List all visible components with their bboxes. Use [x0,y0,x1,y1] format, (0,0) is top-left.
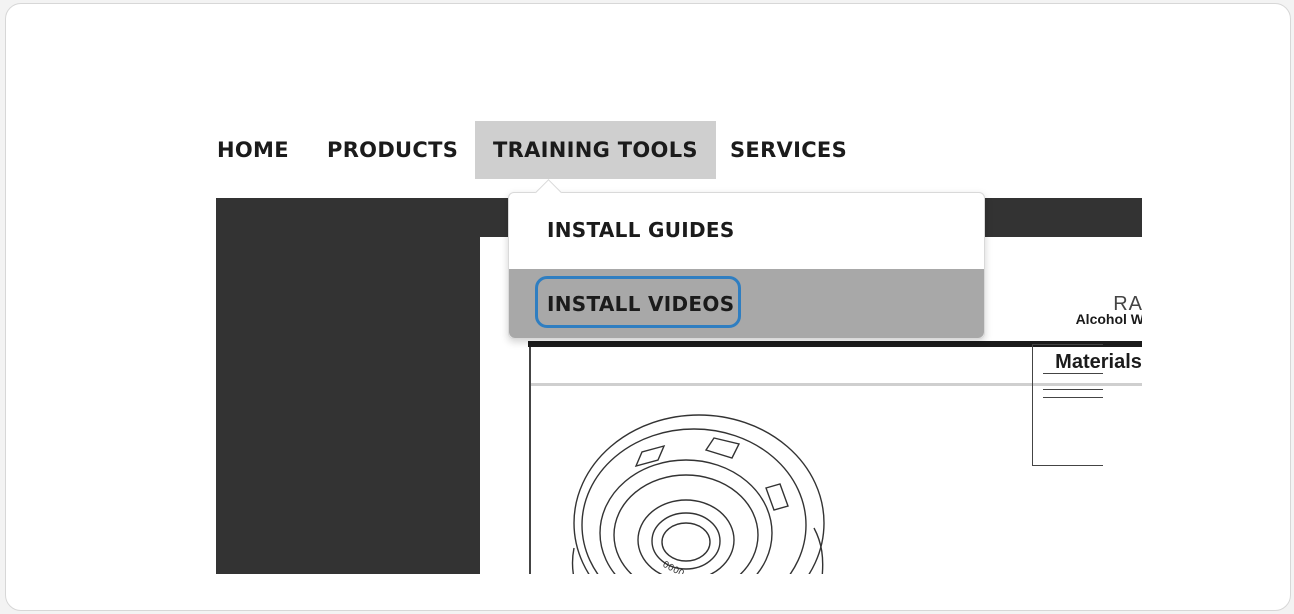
alcohol-wipe-label: Alcohol W [1075,311,1142,327]
sensor-housing-drawing: 0000 [571,414,825,574]
menu-item-install-videos[interactable]: INSTALL VIDEOS [509,269,984,338]
nav-home[interactable]: HOME [199,121,307,179]
svg-text:0000: 0000 [661,560,686,574]
nav-products[interactable]: PRODUCTS [309,121,476,179]
menu-item-install-guides[interactable]: INSTALL GUIDES [509,195,984,265]
highlight-ring [535,276,741,328]
browser-frame: HOME PRODUCTS TRAINING TOOLS SERVICES RA… [5,3,1291,611]
nav-training-tools[interactable]: TRAINING TOOLS [475,121,716,179]
training-tools-dropdown: INSTALL GUIDES INSTALL VIDEOS [508,179,985,339]
nav-services[interactable]: SERVICES [712,121,865,179]
alcohol-wipe-illustration [1032,344,1103,466]
